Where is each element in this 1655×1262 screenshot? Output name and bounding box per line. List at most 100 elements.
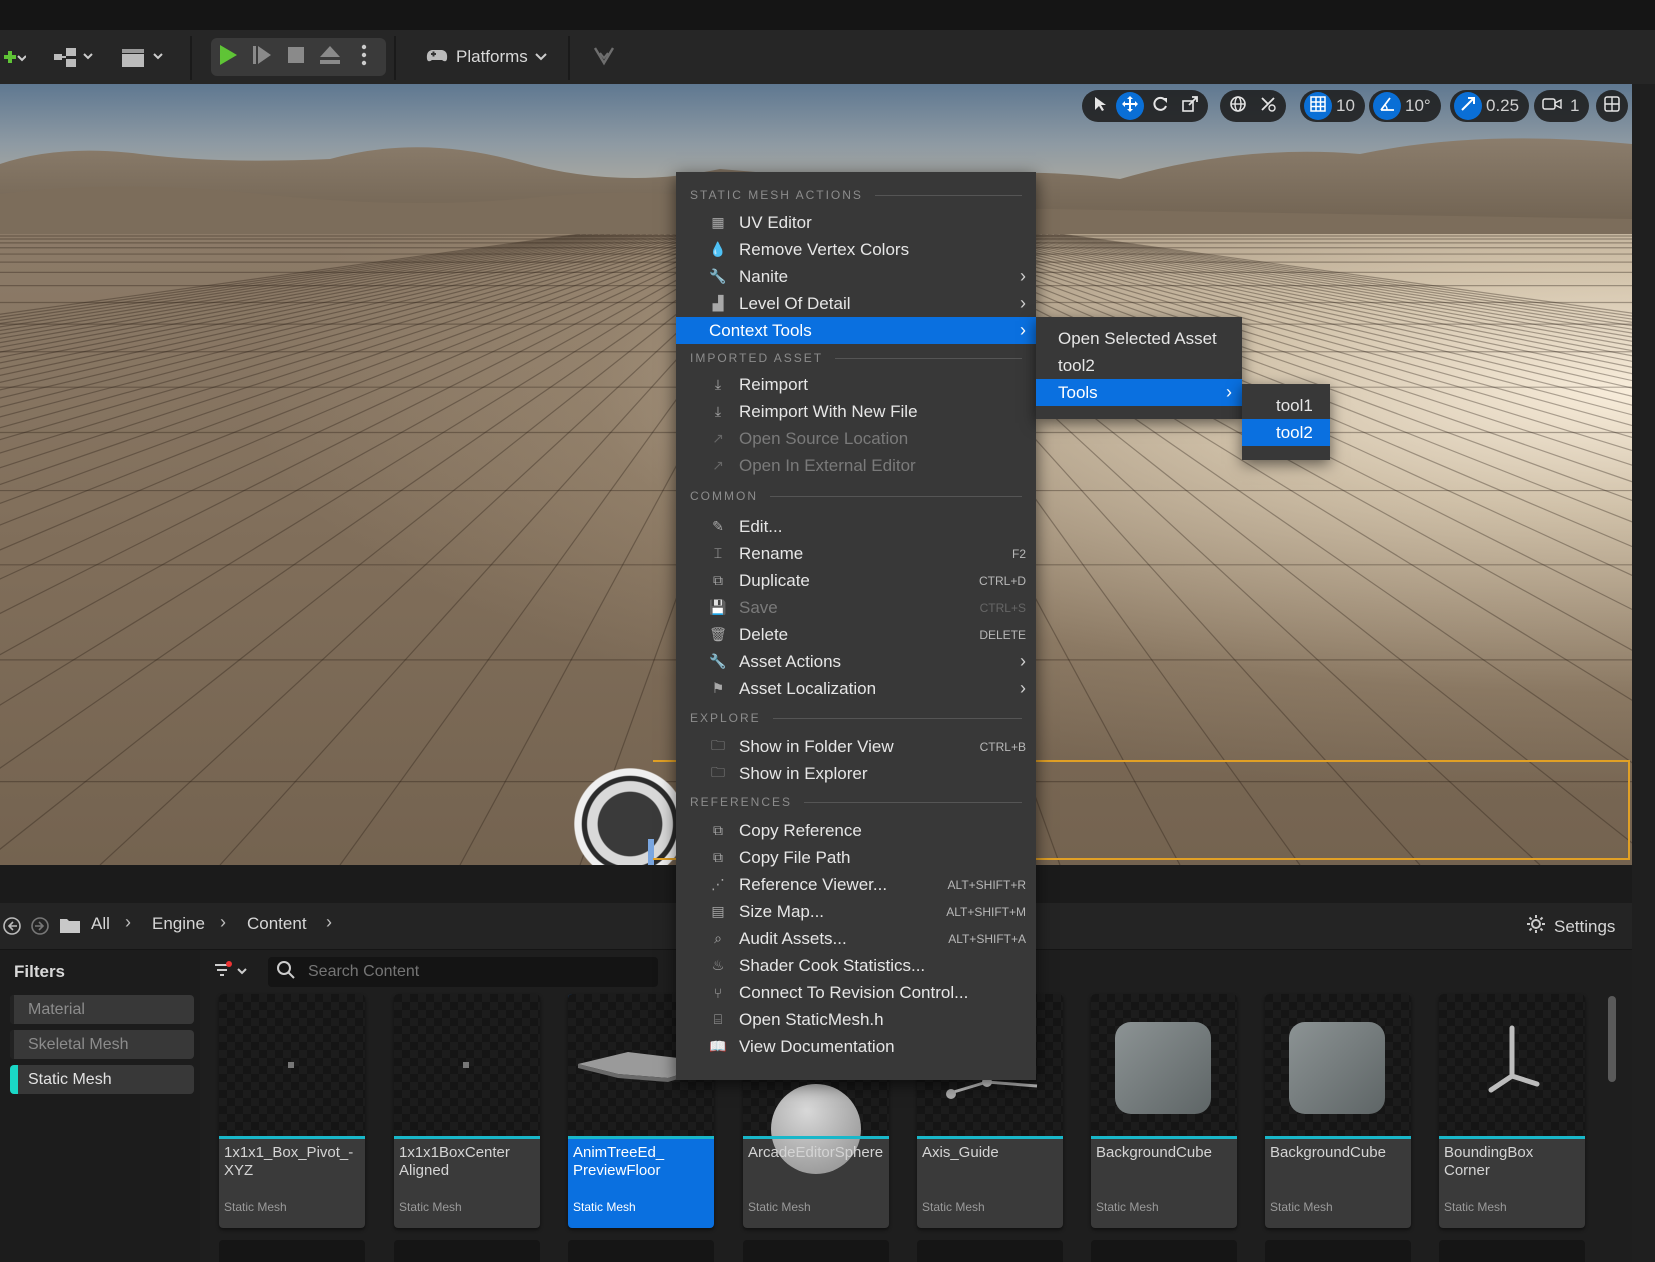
menu-item-edit[interactable]: ✎ Edit... [676, 513, 1036, 540]
menu-item-copy-file-path[interactable]: ⧉ Copy File Path [676, 844, 1036, 871]
eject-button[interactable] [313, 39, 347, 75]
menu-item-rename[interactable]: ⌶ Rename F2 [676, 540, 1036, 567]
gamepad-icon [424, 45, 450, 70]
menu-item-size-map[interactable]: ▤ Size Map... ALT+SHIFT+M [676, 898, 1036, 925]
asset-tile-row2[interactable] [568, 1240, 714, 1262]
scale-mode-button[interactable] [1176, 92, 1204, 120]
submenu-item-open-selected-asset[interactable]: Open Selected Asset [1036, 325, 1242, 352]
asset-tile-row2[interactable] [1265, 1240, 1411, 1262]
asset-tile-row2[interactable] [1439, 1240, 1585, 1262]
submenu-item-tool2-highlighted[interactable]: tool2 [1242, 419, 1330, 446]
settings-button[interactable]: Settings [1526, 914, 1615, 939]
menu-item-view-documentation[interactable]: 📖 View Documentation [676, 1033, 1036, 1060]
menu-item-open-staticmesh-h[interactable]: ⌸ Open StaticMesh.h [676, 1006, 1036, 1033]
step-forward-icon [252, 44, 272, 70]
reimport-file-icon: ⤓ [714, 403, 722, 419]
asset-type-bar [1091, 1136, 1237, 1139]
menu-item-reimport[interactable]: ⤓ Reimport [676, 371, 1036, 398]
grid-snap-value[interactable]: 10 [1334, 96, 1361, 116]
chevron-right-icon: › [125, 912, 131, 932]
menu-item-nanite[interactable]: 🔧 Nanite › [676, 263, 1036, 290]
breadcrumb-all[interactable]: All [91, 914, 110, 934]
uv-grid-icon: ▦ [711, 214, 725, 230]
asset-tile[interactable]: 1x1x1_Box_Pivot_-XYZ Static Mesh [219, 994, 365, 1228]
asset-tile-row2[interactable] [1091, 1240, 1237, 1262]
asset-tile[interactable]: BackgroundCube Static Mesh [1265, 994, 1411, 1228]
asset-tile-row2[interactable] [394, 1240, 540, 1262]
revision-control-button[interactable] [592, 44, 616, 71]
context-tools-submenu: Open Selected Asset tool2 Tools › [1036, 317, 1242, 419]
filter-dropdown-button[interactable] [214, 961, 250, 986]
platforms-button[interactable]: Platforms [424, 38, 548, 76]
menu-item-reference-viewer[interactable]: ⋰ Reference Viewer... ALT+SHIFT+R [676, 871, 1036, 898]
asset-thumbnail [394, 994, 540, 1136]
asset-tile[interactable]: 1x1x1BoxCenter Aligned Static Mesh [394, 994, 540, 1228]
rotation-snap-toggle[interactable] [1373, 92, 1401, 120]
submenu-item-tool1[interactable]: tool1 [1242, 392, 1330, 419]
menu-item-delete[interactable]: 🗑 Delete DELETE [676, 621, 1036, 648]
filter-static-mesh[interactable]: Static Mesh [10, 1065, 194, 1094]
folder-search-icon: 🗀 [711, 736, 725, 753]
asset-tile-row2[interactable] [743, 1240, 889, 1262]
chevron-right-icon: › [1020, 651, 1026, 671]
advance-frame-button[interactable] [245, 39, 279, 75]
menu-item-duplicate[interactable]: ⧉ Duplicate CTRL+D [676, 567, 1036, 594]
breadcrumb-engine[interactable]: Engine [152, 914, 205, 934]
asset-type: Static Mesh [1444, 1200, 1507, 1214]
asset-tile[interactable]: BackgroundCube Static Mesh [1091, 994, 1237, 1228]
history-forward-button[interactable] [30, 916, 50, 941]
menu-item-save[interactable]: 💾 Save CTRL+S [676, 594, 1036, 621]
asset-tile-row2[interactable] [917, 1240, 1063, 1262]
asset-tile-row2[interactable] [219, 1240, 365, 1262]
asset-grid-scrollbar[interactable] [1608, 996, 1616, 1082]
select-mode-button[interactable] [1086, 92, 1114, 120]
rotate-mode-button[interactable] [1146, 92, 1174, 120]
cinematics-menu-button[interactable] [120, 38, 166, 76]
menu-item-connect-to-revision-control[interactable]: ⑂ Connect To Revision Control... [676, 979, 1036, 1006]
translate-mode-button[interactable] [1116, 92, 1144, 120]
rotation-snap-value[interactable]: 10° [1403, 96, 1437, 116]
menu-item-asset-localization[interactable]: ⚑ Asset Localization › [676, 675, 1036, 702]
copy-icon: ⧉ [713, 822, 723, 838]
shortcut-show-in-folder-view: CTRL+B [979, 739, 1026, 754]
asset-tile[interactable]: BoundingBox Corner Static Mesh [1439, 994, 1585, 1228]
menu-item-open-in-external-editor[interactable]: ↗ Open In External Editor [676, 452, 1036, 479]
code-file-icon: ⌸ [713, 1011, 723, 1027]
history-back-button[interactable] [2, 916, 22, 941]
grid-snap-toggle[interactable] [1304, 92, 1332, 120]
play-button[interactable] [211, 39, 245, 75]
asset-type: Static Mesh [748, 1200, 811, 1214]
menu-item-copy-reference[interactable]: ⧉ Copy Reference [676, 817, 1036, 844]
play-options-button[interactable] [347, 39, 381, 75]
menu-item-uv-editor[interactable]: ▦ UV Editor [676, 209, 1036, 236]
menu-item-shader-cook-statistics[interactable]: ♨ Shader Cook Statistics... [676, 952, 1036, 979]
menu-item-open-source-location[interactable]: ↗ Open Source Location [676, 425, 1036, 452]
camera-speed-value[interactable]: 1 [1568, 96, 1585, 116]
blueprint-menu-button[interactable] [52, 38, 98, 76]
scale-snap-value[interactable]: 0.25 [1484, 96, 1525, 116]
folder-button[interactable] [59, 916, 81, 939]
scale-snap-toggle[interactable] [1454, 92, 1482, 120]
asset-type: Static Mesh [922, 1200, 985, 1214]
menu-item-remove-vertex-colors[interactable]: 💧 Remove Vertex Colors [676, 236, 1036, 263]
submenu-item-tool2[interactable]: tool2 [1036, 352, 1242, 379]
menu-item-asset-actions[interactable]: 🔧 Asset Actions › [676, 648, 1036, 675]
asset-thumbnail [1265, 994, 1411, 1136]
filter-material[interactable]: Material [10, 995, 194, 1024]
menu-item-level-of-detail[interactable]: ▟ Level Of Detail › [676, 290, 1036, 317]
search-input[interactable] [306, 962, 640, 982]
menu-item-context-tools[interactable]: Context Tools › [676, 317, 1036, 344]
viewport-layout-button[interactable] [1598, 92, 1626, 120]
surface-snapping-button[interactable] [1254, 92, 1282, 120]
filter-skeletal-mesh[interactable]: Skeletal Mesh [10, 1030, 194, 1059]
camera-speed-button[interactable] [1538, 92, 1566, 120]
menu-item-show-in-explorer[interactable]: 🗀 Show in Explorer [676, 760, 1036, 787]
breadcrumb-content[interactable]: Content [247, 914, 307, 934]
menu-item-audit-assets[interactable]: ⌕ Audit Assets... ALT+SHIFT+A [676, 925, 1036, 952]
submenu-item-tools[interactable]: Tools › [1036, 379, 1242, 406]
stop-button[interactable] [279, 39, 313, 75]
menu-item-show-in-folder-view[interactable]: 🗀 Show in Folder View CTRL+B [676, 733, 1036, 760]
add-content-button[interactable] [0, 38, 30, 76]
menu-item-reimport-with-new-file[interactable]: ⤓ Reimport With New File [676, 398, 1036, 425]
world-space-button[interactable] [1224, 92, 1252, 120]
